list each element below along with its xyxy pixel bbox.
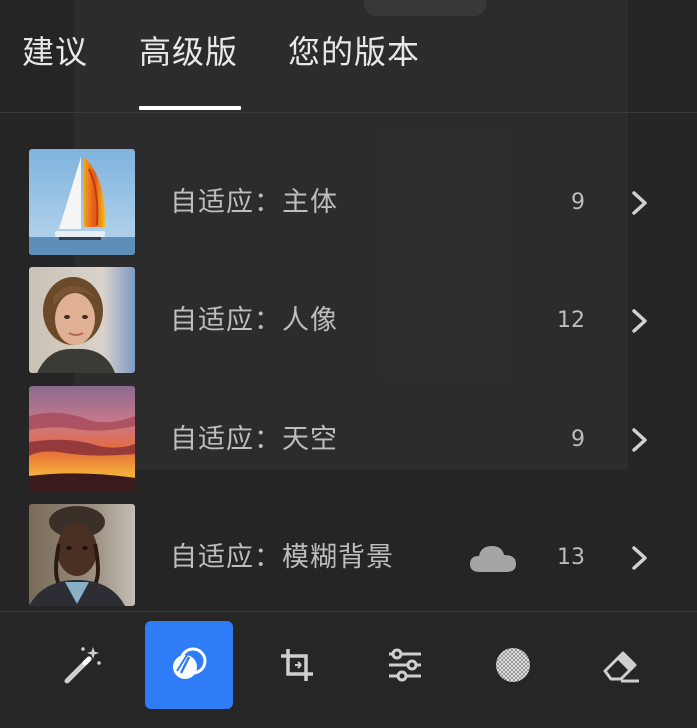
crop-button[interactable]	[253, 621, 341, 709]
preset-row-subject[interactable]: 自适应：主体 9	[0, 149, 697, 267]
tab-bar: 建议 高级版 您的版本	[0, 0, 697, 113]
magic-wand-button[interactable]	[37, 621, 125, 709]
preset-label: 自适应：人像	[170, 305, 338, 336]
chevron-right-icon	[632, 191, 647, 215]
magic-wand-icon	[64, 647, 101, 684]
portrait-man-thumbnail	[29, 504, 135, 606]
chevron-right-icon	[632, 309, 647, 333]
masking-icon	[496, 648, 530, 682]
crop-icon	[281, 649, 313, 681]
chevron-right-icon	[632, 546, 647, 570]
tab-your-presets[interactable]: 您的版本	[288, 30, 420, 74]
sailboat-thumbnail	[29, 149, 135, 255]
sliders-icon	[389, 648, 421, 682]
preset-label: 自适应：主体	[170, 187, 338, 218]
preset-count: 13	[557, 545, 585, 570]
active-tab-indicator	[139, 106, 241, 110]
preset-count: 9	[571, 427, 585, 452]
eraser-button[interactable]	[577, 621, 665, 709]
preset-label: 自适应：模糊背景	[170, 542, 394, 573]
preset-row-blur-background[interactable]: 自适应：模糊背景 13	[0, 504, 697, 622]
chevron-right-icon	[632, 428, 647, 452]
preset-count: 12	[557, 308, 585, 333]
preset-count: 9	[571, 190, 585, 215]
tab-premium[interactable]: 高级版	[139, 30, 238, 74]
sunset-sky-thumbnail	[29, 386, 135, 492]
eraser-icon	[603, 651, 639, 683]
masking-button[interactable]	[469, 621, 557, 709]
bottom-toolbar	[0, 611, 697, 728]
cloud-icon	[470, 546, 516, 572]
preset-row-portrait[interactable]: 自适应：人像 12	[0, 267, 697, 385]
portrait-woman-thumbnail	[29, 267, 135, 373]
adjust-button[interactable]	[361, 621, 449, 709]
presets-button[interactable]	[145, 621, 233, 709]
preset-row-sky[interactable]: 自适应：天空 9	[0, 386, 697, 504]
presets-icon	[173, 647, 207, 679]
tab-suggestions[interactable]: 建议	[22, 30, 88, 74]
preset-label: 自适应：天空	[170, 424, 338, 455]
